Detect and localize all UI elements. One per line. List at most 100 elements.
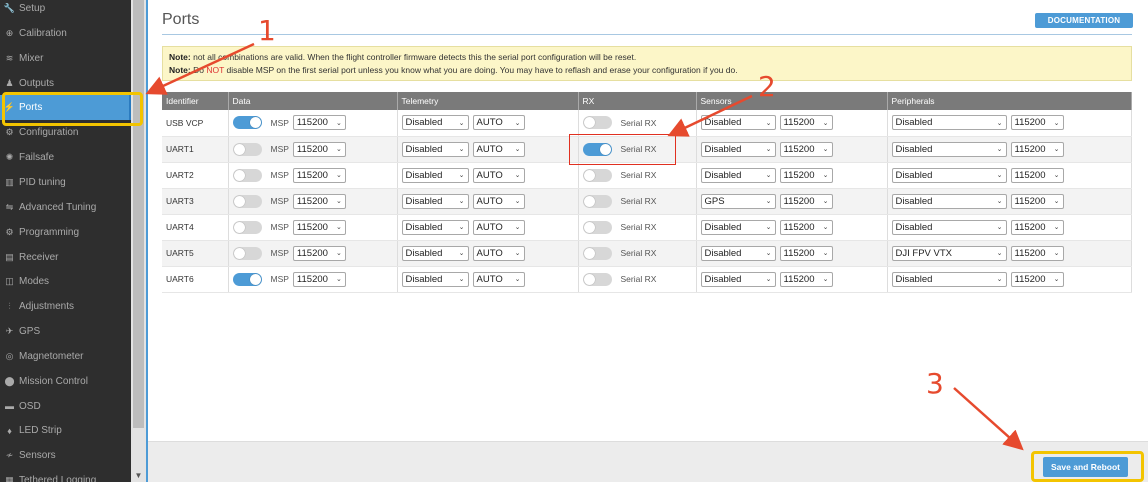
sensors-baud-select[interactable]: 115200 ⌄ <box>779 115 833 131</box>
telemetry-baud-select[interactable]: AUTO ⌄ <box>472 141 525 157</box>
chevron-down-icon: ⌄ <box>765 250 772 257</box>
sensors-select[interactable]: Disabled ⌄ <box>700 115 776 131</box>
peripherals-baud-select[interactable]: 115200 ⌄ <box>1010 115 1064 131</box>
peripherals-select[interactable]: Disabled ⌄ <box>891 271 1007 287</box>
sidebar-item-osd[interactable]: ▬ OSD <box>0 394 131 419</box>
sensors-baud-select[interactable]: 115200 ⌄ <box>779 219 833 235</box>
telemetry-baud-select[interactable]: AUTO ⌄ <box>472 193 525 209</box>
sensors-select[interactable]: Disabled ⌄ <box>700 245 776 261</box>
msp-toggle[interactable] <box>232 194 262 208</box>
telemetry-select[interactable]: Disabled ⌄ <box>401 141 469 157</box>
title-divider <box>162 34 1132 35</box>
telemetry-baud-select[interactable]: AUTO ⌄ <box>472 219 525 235</box>
sidebar-item-led-strip[interactable]: ♦ LED Strip <box>0 418 131 443</box>
sidebar-item-gps[interactable]: ✈ GPS <box>0 319 131 344</box>
telemetry-select[interactable]: Disabled ⌄ <box>401 167 469 183</box>
msp-baud-select[interactable]: 115200 ⌄ <box>292 115 346 131</box>
peripherals-baud-select[interactable]: 115200 ⌄ <box>1010 193 1064 209</box>
sidebar-item-pid-tuning[interactable]: ▥ PID tuning <box>0 170 131 195</box>
serial-rx-toggle[interactable] <box>582 220 612 234</box>
msp-toggle[interactable] <box>232 246 262 260</box>
msp-baud-select[interactable]: 115200 ⌄ <box>292 245 346 261</box>
sidebar-item-label: PID tuning <box>19 176 66 188</box>
serial-rx-toggle[interactable] <box>582 168 612 182</box>
peripherals-select[interactable]: Disabled ⌄ <box>891 167 1007 183</box>
sensors-select[interactable]: Disabled ⌄ <box>700 141 776 157</box>
satellite-icon: ✈ <box>5 326 14 337</box>
peripherals-select[interactable]: Disabled ⌄ <box>891 141 1007 157</box>
chevron-down-icon: ⌄ <box>996 276 1003 283</box>
sidebar-item-mixer[interactable]: ≋ Mixer <box>0 46 131 71</box>
chevron-down-icon: ⌄ <box>822 119 829 127</box>
peripherals-select[interactable]: Disabled ⌄ <box>891 193 1007 209</box>
peripherals-select[interactable]: DJI FPV VTX ⌄ <box>891 245 1007 261</box>
peripherals-baud-select[interactable]: 115200 ⌄ <box>1010 271 1064 287</box>
sidebar-item-mission-control[interactable]: ⬤ Mission Control <box>0 369 131 394</box>
sidebar-item-adjustments[interactable]: ⫶ Adjustments <box>0 294 131 319</box>
sidebar-item-label: Outputs <box>19 77 55 89</box>
msp-baud-select[interactable]: 115200 ⌄ <box>292 141 346 157</box>
chevron-down-icon: ⌄ <box>514 224 521 231</box>
telemetry-select[interactable]: Disabled ⌄ <box>401 193 469 209</box>
sensors-baud-select[interactable]: 115200 ⌄ <box>779 141 833 157</box>
chevron-down-icon: ⌄ <box>514 119 521 127</box>
sidebar-scroll-thumb[interactable] <box>133 0 144 428</box>
serial-rx-toggle[interactable] <box>582 246 612 260</box>
sidebar-item-receiver[interactable]: ▤ Receiver <box>0 245 131 270</box>
telemetry-select[interactable]: Disabled ⌄ <box>401 245 469 261</box>
telemetry-select[interactable]: Disabled ⌄ <box>401 271 469 287</box>
documentation-button[interactable]: DOCUMENTATION <box>1035 13 1133 28</box>
sensors-select[interactable]: Disabled ⌄ <box>700 167 776 183</box>
sensors-select[interactable]: GPS ⌄ <box>700 193 776 209</box>
port-identifier: UART6 <box>162 266 229 293</box>
sidebar-item-sensors[interactable]: ≁ Sensors <box>0 443 131 468</box>
msp-toggle[interactable] <box>232 220 262 234</box>
serial-rx-highlight-box <box>569 134 676 165</box>
msp-baud-select[interactable]: 115200 ⌄ <box>292 167 346 183</box>
sidebar-item-programming[interactable]: ⚙ Programming <box>0 220 131 245</box>
msp-baud-select[interactable]: 115200 ⌄ <box>292 271 346 287</box>
telemetry-baud-select[interactable]: AUTO ⌄ <box>472 115 525 131</box>
msp-baud-select[interactable]: 115200 ⌄ <box>292 193 346 209</box>
serial-rx-toggle[interactable] <box>582 116 612 130</box>
header-sensors: Sensors <box>696 92 888 110</box>
chevron-down-icon: ⌄ <box>996 119 1003 127</box>
sidebar-item-calibration[interactable]: ⊕ Calibration <box>0 21 131 46</box>
sensors-select[interactable]: Disabled ⌄ <box>700 271 776 287</box>
msp-baud-select[interactable]: 115200 ⌄ <box>292 219 346 235</box>
telemetry-baud-select[interactable]: AUTO ⌄ <box>472 245 525 261</box>
sidebar-item-magnetometer[interactable]: ◎ Magnetometer <box>0 344 131 369</box>
sensors-select[interactable]: Disabled ⌄ <box>700 219 776 235</box>
peripherals-baud-select[interactable]: 115200 ⌄ <box>1010 245 1064 261</box>
sidebar: 🔧 Setup ⊕ Calibration ≋ Mixer ♟ Outputs ⚡ Ports ⚙ C… <box>0 0 146 482</box>
sidebar-item-setup[interactable]: 🔧 Setup <box>0 0 131 21</box>
serial-rx-toggle[interactable] <box>582 272 612 286</box>
peripherals-baud-select[interactable]: 115200 ⌄ <box>1010 141 1064 157</box>
msp-toggle[interactable] <box>232 142 262 156</box>
led-icon: ♦ <box>7 425 12 436</box>
modes-icon: ◫ <box>5 276 14 287</box>
sensors-baud-select[interactable]: 115200 ⌄ <box>779 271 833 287</box>
serial-rx-toggle[interactable] <box>582 194 612 208</box>
peripherals-baud-select[interactable]: 115200 ⌄ <box>1010 219 1064 235</box>
msp-toggle[interactable] <box>232 168 262 182</box>
telemetry-select[interactable]: Disabled ⌄ <box>401 219 469 235</box>
chevron-down-icon: ⌄ <box>996 250 1003 257</box>
sidebar-item-failsafe[interactable]: ✺ Failsafe <box>0 145 131 170</box>
sensors-baud-select[interactable]: 115200 ⌄ <box>779 245 833 261</box>
peripherals-select[interactable]: Disabled ⌄ <box>891 219 1007 235</box>
peripherals-baud-select[interactable]: 115200 ⌄ <box>1010 167 1064 183</box>
osd-icon: ▬ <box>5 401 14 412</box>
sidebar-item-modes[interactable]: ◫ Modes <box>0 269 131 294</box>
scroll-down-arrow-icon[interactable]: ▼ <box>131 470 146 482</box>
telemetry-select[interactable]: Disabled ⌄ <box>401 115 469 131</box>
sensors-baud-select[interactable]: 115200 ⌄ <box>779 167 833 183</box>
sidebar-item-advanced-tuning[interactable]: ⇋ Advanced Tuning <box>0 195 131 220</box>
peripherals-select[interactable]: Disabled ⌄ <box>891 115 1007 131</box>
msp-toggle[interactable] <box>232 272 262 286</box>
msp-toggle[interactable] <box>232 116 262 130</box>
sensors-baud-select[interactable]: 115200 ⌄ <box>779 193 833 209</box>
telemetry-baud-select[interactable]: AUTO ⌄ <box>472 167 525 183</box>
telemetry-baud-select[interactable]: AUTO ⌄ <box>472 271 525 287</box>
sidebar-item-tethered-logging[interactable]: ▦ Tethered Logging <box>0 468 131 482</box>
